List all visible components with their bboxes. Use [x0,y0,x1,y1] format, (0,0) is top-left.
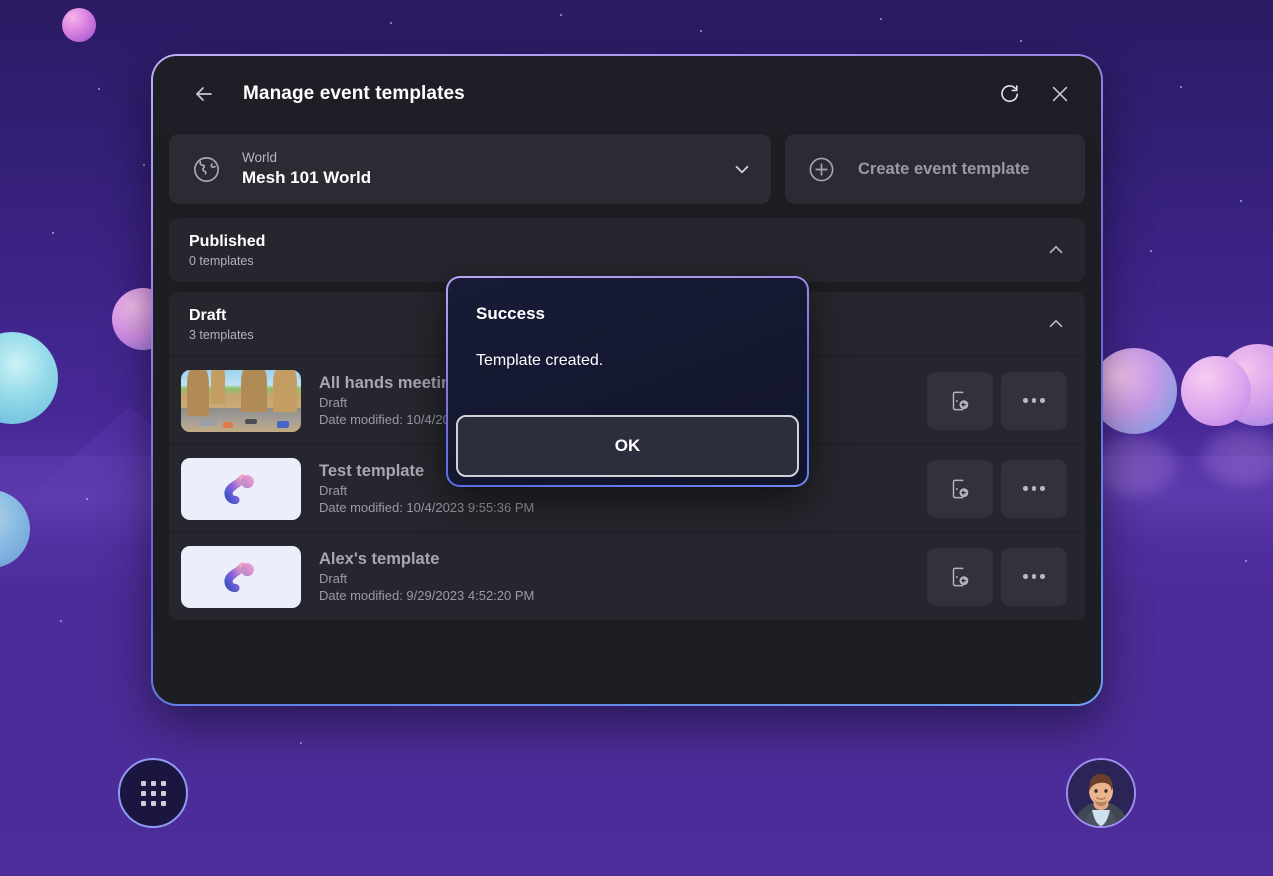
enter-template-button[interactable] [927,459,993,518]
star [1180,86,1182,88]
template-status: Draft [319,571,348,586]
star [700,30,702,32]
more-options-icon [1023,574,1045,579]
plus-circle-icon [807,155,836,184]
mesh-logo-icon [181,458,301,520]
app-grid-icon [140,780,166,806]
more-options-icon [1023,398,1045,403]
avatar-icon [1068,760,1134,826]
chevron-up-icon [1045,313,1067,335]
star [1150,250,1152,252]
dialog-title: Success [476,304,545,323]
world-label: World [242,150,278,165]
template-thumbnail [181,545,301,608]
star [98,88,100,90]
world-value: Mesh 101 World [242,168,372,187]
close-button[interactable] [1039,73,1081,115]
user-avatar-button[interactable] [1066,758,1136,828]
template-date: Date modified: 10/4/2023 9:55:36 PM [319,500,535,515]
star [880,18,882,20]
more-options-button[interactable] [1001,459,1067,518]
chevron-up-icon [1045,239,1067,261]
mesh-logo-icon [181,546,301,608]
section-title: Published [189,232,266,250]
world-row: World Mesh 101 World Create event templa… [153,134,1101,204]
template-thumbnail [181,457,301,520]
star [52,232,54,234]
star [1020,40,1022,42]
template-date: Date modified: 9/29/2023 4:52:20 PM [319,588,535,603]
planet-orb [1181,356,1251,426]
create-event-template-label: Create event template [858,159,1030,178]
success-dialog: Success Template created. OK [446,276,809,487]
close-icon [1052,86,1068,102]
create-event-template-button[interactable]: Create event template [785,134,1085,204]
more-options-icon [1023,486,1045,491]
dialog-ok-button[interactable]: OK [456,415,799,477]
panel-header: Manage event templates [153,56,1101,132]
refresh-button[interactable] [987,73,1029,115]
more-options-button[interactable] [1001,371,1067,430]
orb-reflection [1091,436,1177,496]
orb-reflection [1203,430,1273,486]
more-options-button[interactable] [1001,547,1067,606]
enter-door-icon [952,391,969,410]
section-published-header[interactable]: Published 0 templates [169,218,1085,282]
world-selector[interactable]: World Mesh 101 World [169,134,771,204]
star [1245,560,1247,562]
chevron-down-icon [731,158,753,180]
star [1240,200,1242,202]
page-title: Manage event templates [243,83,465,104]
planet-orb [62,8,96,42]
star [143,164,145,166]
refresh-icon [1000,84,1018,102]
star [390,22,392,24]
planet-orb [1091,348,1177,434]
star [560,14,562,16]
globe-icon [191,154,222,185]
star [86,498,88,500]
arrow-left-icon [196,87,212,101]
template-thumbnail [181,369,301,432]
dialog-message: Template created. [476,352,604,369]
star [60,620,62,622]
section-published: Published 0 templates [169,218,1085,282]
table-row[interactable]: Alex's template Draft Date modified: 9/2… [169,532,1085,620]
enter-door-icon [952,567,969,586]
app-launcher-button[interactable] [118,758,188,828]
star [300,742,302,744]
enter-template-button[interactable] [927,371,993,430]
template-name: Alex's template [319,550,440,568]
enter-template-button[interactable] [927,547,993,606]
enter-door-icon [952,479,969,498]
section-count: 0 templates [189,253,254,268]
back-button[interactable] [183,73,225,115]
